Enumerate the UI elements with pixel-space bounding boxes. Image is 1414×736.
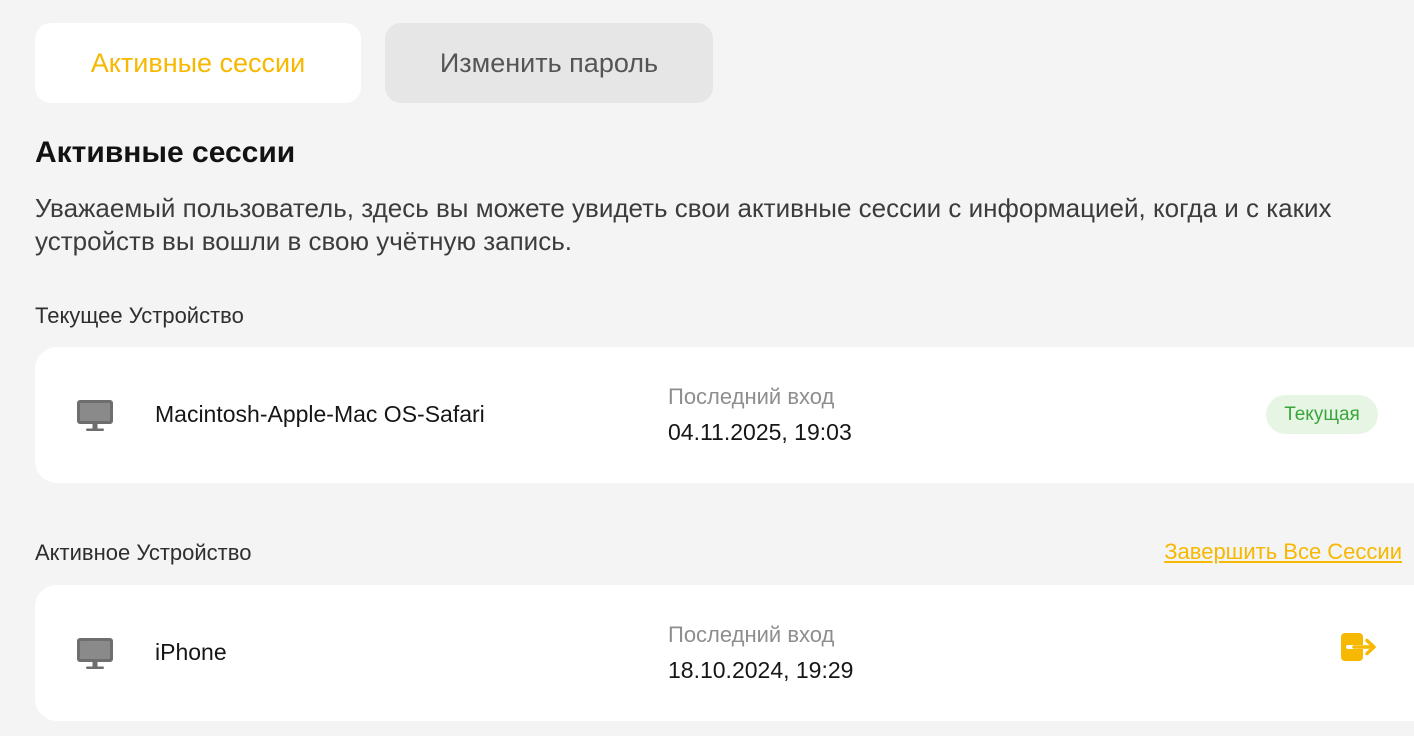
monitor-icon [77,638,113,669]
last-login-label: Последний вход [668,384,835,409]
current-device-heading: Текущее Устройство [35,303,244,328]
current-device-card: Macintosh-Apple-Mac OS-Safari Последний … [35,347,1414,483]
last-login-label: Последний вход [668,622,835,647]
device-name: Macintosh-Apple-Mac OS-Safari [155,401,485,427]
sessions-page: Активные сессии Изменить пароль Активные… [0,0,1414,736]
tab-change-password[interactable]: Изменить пароль [385,23,713,103]
active-device-card: iPhone Последний вход 18.10.2024, 19:29 [35,585,1414,721]
active-device-heading: Активное Устройство [35,540,252,565]
monitor-icon [77,400,113,431]
device-name: iPhone [155,639,227,665]
last-login-date: 04.11.2025, 19:03 [668,419,852,445]
page-description: Уважаемый пользователь, здесь вы можете … [35,193,1332,256]
logout-icon[interactable] [1340,632,1377,662]
page-title: Активные сессии [35,136,296,169]
end-all-sessions-link[interactable]: Завершить Все Сессии [1164,539,1402,565]
tabs-bar: Активные сессии Изменить пароль [35,23,713,103]
current-status-badge: Текущая [1266,395,1378,434]
tab-active-sessions[interactable]: Активные сессии [35,23,361,103]
last-login-date: 18.10.2024, 19:29 [668,657,854,683]
